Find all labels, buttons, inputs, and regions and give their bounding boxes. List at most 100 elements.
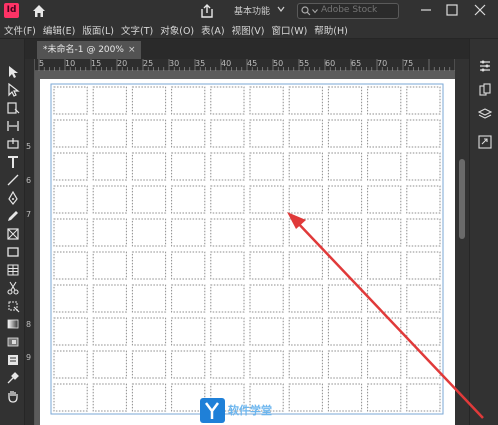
grid-frame[interactable] bbox=[288, 383, 323, 412]
grid-frame[interactable] bbox=[327, 350, 363, 379]
grid-frame[interactable] bbox=[367, 119, 402, 148]
grid-frame[interactable] bbox=[210, 284, 245, 313]
grid-frame[interactable] bbox=[171, 251, 206, 280]
grid-frame[interactable] bbox=[92, 251, 127, 280]
table-tool-icon[interactable] bbox=[6, 263, 20, 277]
grid-frame[interactable] bbox=[367, 152, 402, 181]
properties-panel-icon[interactable] bbox=[478, 59, 492, 73]
grid-frame[interactable] bbox=[249, 86, 284, 115]
grid-frame[interactable] bbox=[288, 251, 323, 280]
grid-frame[interactable] bbox=[327, 284, 363, 313]
hand-tool-icon[interactable] bbox=[6, 389, 20, 403]
grid-frame[interactable] bbox=[327, 119, 363, 148]
vertical-scrollbar[interactable] bbox=[455, 59, 469, 425]
grid-frame[interactable] bbox=[210, 218, 245, 247]
close-window-icon[interactable] bbox=[470, 1, 490, 19]
grid-frame[interactable] bbox=[367, 251, 402, 280]
grid-frame[interactable] bbox=[327, 86, 363, 115]
grid-frame[interactable] bbox=[171, 119, 206, 148]
pages-panel-icon[interactable] bbox=[478, 83, 492, 97]
grid-frame[interactable] bbox=[53, 284, 88, 313]
grid-frame[interactable] bbox=[131, 251, 167, 280]
home-icon[interactable] bbox=[31, 3, 47, 19]
menu-type[interactable]: 文字(T) bbox=[114, 23, 153, 37]
grid-frame[interactable] bbox=[210, 350, 245, 379]
grid-frame[interactable] bbox=[171, 152, 206, 181]
grid-frame[interactable] bbox=[327, 218, 363, 247]
minimize-icon[interactable] bbox=[416, 1, 436, 19]
grid-frame[interactable] bbox=[367, 317, 402, 346]
grid-frame[interactable] bbox=[249, 152, 284, 181]
grid-frame[interactable] bbox=[210, 86, 245, 115]
grid-frame[interactable] bbox=[53, 185, 88, 214]
menu-edit[interactable]: 编辑(E) bbox=[36, 23, 75, 37]
type-tool-icon[interactable] bbox=[6, 155, 20, 169]
gap-tool-icon[interactable] bbox=[6, 119, 20, 133]
close-icon[interactable]: × bbox=[128, 41, 136, 59]
grid-frame[interactable] bbox=[249, 218, 284, 247]
grid-frame[interactable] bbox=[210, 119, 245, 148]
grid-frame[interactable] bbox=[288, 284, 323, 313]
eyedropper-tool-icon[interactable] bbox=[6, 371, 20, 385]
gradient-swatch-tool-icon[interactable] bbox=[6, 317, 20, 331]
grid-frame[interactable] bbox=[171, 284, 206, 313]
grid-frame[interactable] bbox=[288, 152, 323, 181]
grid-frame[interactable] bbox=[171, 185, 206, 214]
grid-frame[interactable] bbox=[367, 284, 402, 313]
grid-frame[interactable] bbox=[53, 152, 88, 181]
pasteboard[interactable] bbox=[35, 71, 455, 425]
page-tool-icon[interactable] bbox=[6, 101, 20, 115]
grid-frame[interactable] bbox=[131, 185, 167, 214]
note-tool-icon[interactable] bbox=[6, 353, 20, 367]
grid-frame[interactable] bbox=[288, 119, 323, 148]
document-page[interactable] bbox=[40, 79, 455, 425]
adobe-stock-search[interactable] bbox=[297, 3, 399, 19]
grid-frame[interactable] bbox=[327, 185, 363, 214]
grid-frame[interactable] bbox=[327, 152, 363, 181]
grid-frame[interactable] bbox=[53, 119, 88, 148]
grid-frame[interactable] bbox=[288, 317, 323, 346]
menu-layout[interactable]: 版面(L) bbox=[75, 23, 114, 37]
grid-frame[interactable] bbox=[171, 317, 206, 346]
pencil-tool-icon[interactable] bbox=[6, 209, 20, 223]
grid-frame[interactable] bbox=[327, 383, 363, 412]
grid-frame[interactable] bbox=[53, 317, 88, 346]
vertical-ruler[interactable]: 5 6 7 8 9 bbox=[25, 59, 35, 425]
grid-frame[interactable] bbox=[288, 218, 323, 247]
menu-view[interactable]: 视图(V) bbox=[225, 23, 265, 37]
grid-frame[interactable] bbox=[92, 383, 127, 412]
grid-frame[interactable] bbox=[288, 350, 323, 379]
grid-frame[interactable] bbox=[171, 350, 206, 379]
search-input[interactable] bbox=[321, 5, 397, 15]
grid-frame[interactable] bbox=[367, 383, 402, 412]
grid-frame[interactable] bbox=[406, 152, 441, 181]
grid-frame[interactable] bbox=[210, 185, 245, 214]
grid-frame[interactable] bbox=[92, 152, 127, 181]
grid-frame[interactable] bbox=[367, 350, 402, 379]
grid-frame[interactable] bbox=[131, 317, 167, 346]
grid-frame[interactable] bbox=[92, 284, 127, 313]
grid-frame[interactable] bbox=[92, 350, 127, 379]
rectangle-tool-icon[interactable] bbox=[6, 245, 20, 259]
grid-frame[interactable] bbox=[131, 152, 167, 181]
grid-frame[interactable] bbox=[53, 383, 88, 412]
scrollbar-thumb[interactable] bbox=[459, 159, 465, 239]
grid-frame[interactable] bbox=[53, 251, 88, 280]
grid-frame[interactable] bbox=[131, 119, 167, 148]
grid-frame[interactable] bbox=[406, 317, 441, 346]
grid-frame[interactable] bbox=[210, 152, 245, 181]
menu-table[interactable]: 表(A) bbox=[194, 23, 224, 37]
grid-frame[interactable] bbox=[367, 86, 402, 115]
grid-frame[interactable] bbox=[406, 119, 441, 148]
grid-frame[interactable] bbox=[249, 185, 284, 214]
grid-frame[interactable] bbox=[406, 218, 441, 247]
grid-frame[interactable] bbox=[131, 284, 167, 313]
chevron-down-icon[interactable] bbox=[312, 8, 318, 14]
grid-frame[interactable] bbox=[367, 218, 402, 247]
grid-frame[interactable] bbox=[249, 251, 284, 280]
menu-window[interactable]: 窗口(W) bbox=[264, 23, 307, 37]
grid-frame[interactable] bbox=[327, 317, 363, 346]
gradient-feather-tool-icon[interactable] bbox=[6, 335, 20, 349]
grid-frame[interactable] bbox=[249, 119, 284, 148]
direct-selection-tool-icon[interactable] bbox=[6, 83, 20, 97]
